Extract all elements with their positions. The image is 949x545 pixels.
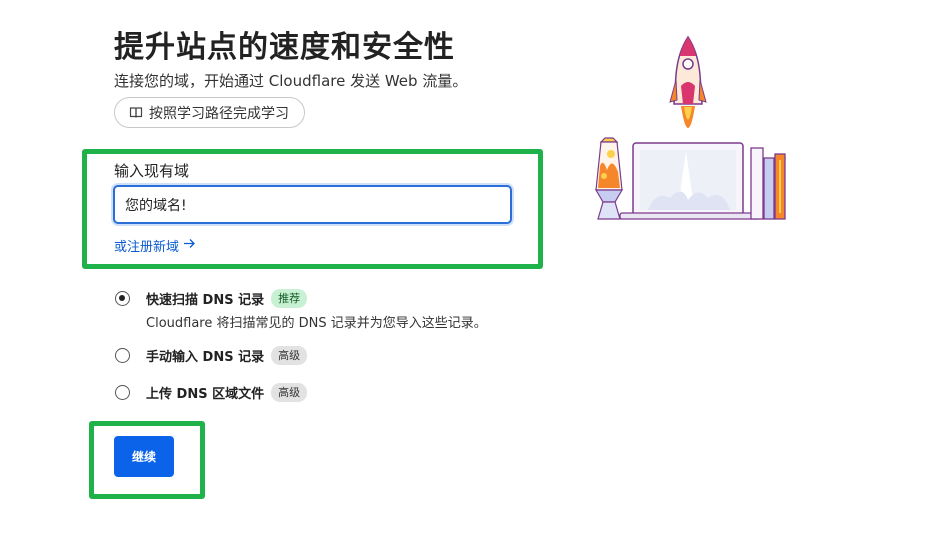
- domain-field-label: 输入现有域: [114, 162, 190, 180]
- manual-dns-radio[interactable]: [115, 348, 130, 363]
- learning-path-button[interactable]: 按照学习路径完成学习: [114, 97, 305, 128]
- domain-input[interactable]: [113, 185, 512, 224]
- manual-dns-label: 手动输入 DNS 记录: [146, 350, 265, 365]
- upload-zone-file-option[interactable]: 上传 DNS 区域文件 高级: [146, 383, 308, 402]
- learning-path-button-label: 按照学习路径完成学习: [149, 105, 289, 122]
- quick-scan-option[interactable]: 快速扫描 DNS 记录 推荐: [146, 289, 308, 308]
- manual-dns-option[interactable]: 手动输入 DNS 记录 高级: [146, 346, 308, 365]
- page-subtitle: 连接您的域，开始通过 Cloudflare 发送 Web 流量。: [114, 72, 468, 90]
- upload-zone-file-radio[interactable]: [115, 385, 130, 400]
- books-icon: [750, 147, 786, 220]
- arrow-right-icon: [183, 238, 196, 253]
- quick-scan-description: Cloudflare 将扫描常见的 DNS 记录并为您导入这些记录。: [146, 316, 487, 331]
- quick-scan-label: 快速扫描 DNS 记录: [146, 293, 265, 308]
- register-link-label: 或注册新域: [114, 240, 180, 255]
- recommended-badge: 推荐: [271, 289, 308, 308]
- rocket-icon: [669, 35, 707, 128]
- continue-button[interactable]: 继续: [114, 436, 174, 477]
- register-new-domain-link[interactable]: 或注册新域: [114, 236, 196, 255]
- lava-lamp-icon: [594, 137, 624, 220]
- site-speed-illustration: [594, 35, 786, 220]
- book-icon: [129, 106, 143, 119]
- upload-zone-file-label: 上传 DNS 区域文件: [146, 387, 265, 402]
- quick-scan-radio[interactable]: [115, 291, 130, 306]
- laptop-icon: [619, 142, 761, 220]
- advanced-badge: 高级: [271, 346, 308, 365]
- page-title: 提升站点的速度和安全性: [114, 30, 455, 65]
- advanced-badge: 高级: [271, 383, 308, 402]
